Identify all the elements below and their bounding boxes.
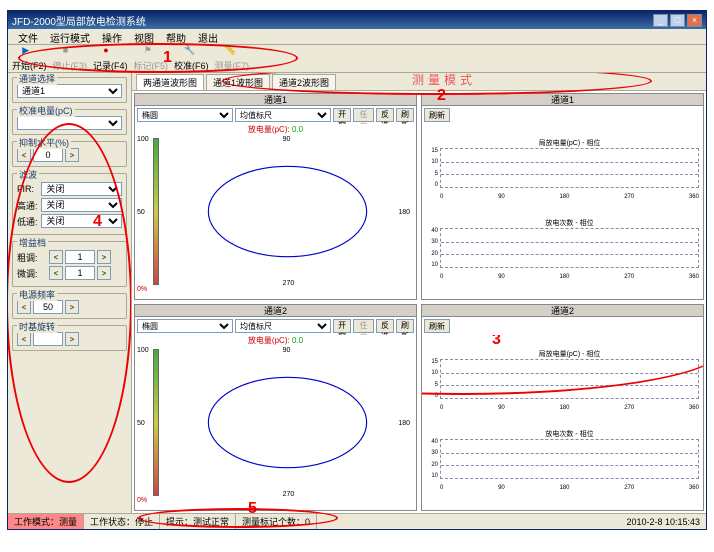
window-title: JFD-2000型局部放电检测系统: [12, 13, 651, 28]
calib-charge-select[interactable]: [17, 116, 122, 130]
coarse-inc[interactable]: >: [97, 250, 111, 264]
wrench-icon: 🔧: [184, 45, 198, 59]
freq-group: 电源频率 <>: [12, 293, 127, 319]
statusbar: 工作模式：测量 工作状态：停止 提示：测试正常 测量标记个数：0 2010-2-…: [8, 513, 706, 529]
suppress-dec[interactable]: <: [17, 148, 31, 162]
suppress-input[interactable]: [33, 148, 63, 162]
annotation-3: 3: [492, 335, 501, 349]
flag-icon: ⚑: [144, 45, 158, 59]
close-button[interactable]: ×: [687, 14, 702, 27]
refresh-ch1r[interactable]: 刷新: [424, 108, 450, 122]
filter-group: 滤波 FIR:关闭 高通:关闭 低通:关闭: [12, 173, 127, 235]
rotate-group: 时基旋转 <>: [12, 325, 127, 351]
tab-both[interactable]: 两通道波形图: [136, 74, 204, 90]
menu-view[interactable]: 视图: [128, 29, 160, 44]
status-time: 2010-2-8 10:15:43: [620, 514, 706, 529]
menu-help[interactable]: 帮助: [160, 29, 192, 44]
maximize-button[interactable]: □: [670, 14, 685, 27]
menu-file[interactable]: 文件: [12, 29, 44, 44]
status-state: 工作状态：停止: [84, 514, 160, 529]
invert-btn-1[interactable]: 反选: [376, 108, 394, 122]
stop-icon: ■: [63, 45, 77, 59]
freq-dec[interactable]: <: [17, 300, 31, 314]
calib-charge-group: 校准电量(pC): [12, 109, 127, 135]
shape-select-2[interactable]: 椭圆: [137, 319, 233, 333]
status-mode: 工作模式：测量: [8, 514, 84, 529]
main-area: 两通道波形图 通道1波形图 通道2波形图 测量模式 2 通道1 椭圆 均值标尺 …: [132, 73, 706, 513]
refresh-btn-1[interactable]: 刷新: [396, 108, 414, 122]
suppress-group: 抑制水平(%) < >: [12, 141, 127, 167]
panel-ch1-phase: 通道1 刷新 局放电量(pC) - 相位 151050 090180270360…: [421, 93, 704, 300]
ruler-icon: 📏: [225, 45, 239, 59]
ruler-select-2[interactable]: 均值标尺: [235, 319, 331, 333]
anyopen-btn-2[interactable]: 任意开窗: [353, 319, 374, 333]
lp-select[interactable]: 关闭: [41, 214, 122, 228]
panels: 通道1 椭圆 均值标尺 开窗 任意开窗 反选 刷新 放电量(pC): 0.0 1…: [132, 91, 706, 513]
gain-group: 增益档 粗调:<> 微调:<>: [12, 241, 127, 287]
tab-ch2[interactable]: 通道2波形图: [272, 74, 336, 90]
open-btn-1[interactable]: 开窗: [333, 108, 351, 122]
titlebar: JFD-2000型局部放电检测系统 _ □ ×: [8, 11, 706, 29]
content: 通道选择 通道1 校准电量(pC) 抑制水平(%) < > 滤波 FIR:关闭 …: [8, 73, 706, 513]
minimize-button[interactable]: _: [653, 14, 668, 27]
start-button[interactable]: ▶开始(F2): [12, 45, 47, 72]
freq-inc[interactable]: >: [65, 300, 79, 314]
sidebar: 通道选择 通道1 校准电量(pC) 抑制水平(%) < > 滤波 FIR:关闭 …: [8, 73, 132, 513]
anyopen-btn-1[interactable]: 任意开窗: [353, 108, 374, 122]
menu-runmode[interactable]: 运行模式: [44, 29, 96, 44]
rotate-inc[interactable]: >: [65, 332, 79, 346]
mark-button[interactable]: ⚑标记(F5): [134, 45, 169, 72]
refresh-ch2r[interactable]: 刷新: [424, 319, 450, 333]
rotate-dec[interactable]: <: [17, 332, 31, 346]
menu-operate[interactable]: 操作: [96, 29, 128, 44]
freq-input[interactable]: [33, 300, 63, 314]
fine-inc[interactable]: >: [97, 266, 111, 280]
panel-ch1-ellipse: 通道1 椭圆 均值标尺 开窗 任意开窗 反选 刷新 放电量(pC): 0.0 1…: [134, 93, 417, 300]
ruler-select-1[interactable]: 均值标尺: [235, 108, 331, 122]
channel-select[interactable]: 通道1: [17, 84, 122, 98]
play-icon: ▶: [22, 45, 36, 59]
shape-select-1[interactable]: 椭圆: [137, 108, 233, 122]
status-hint: 提示：测试正常: [160, 514, 236, 529]
tab-ch1[interactable]: 通道1波形图: [206, 74, 270, 90]
app-window: JFD-2000型局部放电检测系统 _ □ × 文件 运行模式 操作 视图 帮助…: [7, 10, 707, 530]
channel-select-group: 通道选择 通道1: [12, 77, 127, 103]
refresh-btn-2[interactable]: 刷新: [396, 319, 414, 333]
mode-banner: 测量模式: [412, 73, 476, 88]
rotate-input[interactable]: [33, 332, 63, 346]
panel-ch2-phase: 通道2 刷新 局放电量(pC) - 相位 151050 090180270360…: [421, 304, 704, 511]
hp-select[interactable]: 关闭: [41, 198, 122, 212]
open-btn-2[interactable]: 开窗: [333, 319, 351, 333]
menubar: 文件 运行模式 操作 视图 帮助 退出: [8, 29, 706, 45]
measure-button[interactable]: 📏测量(F7): [215, 45, 250, 72]
menu-exit[interactable]: 退出: [192, 29, 224, 44]
invert-btn-2[interactable]: 反选: [376, 319, 394, 333]
record-icon: ●: [103, 45, 117, 59]
status-count: 测量标记个数：0: [236, 514, 317, 529]
stop-button[interactable]: ■停止(F3): [53, 45, 88, 72]
coarse-input[interactable]: [65, 250, 95, 264]
fir-select[interactable]: 关闭: [41, 182, 122, 196]
panel-ch2-ellipse: 通道2 椭圆 均值标尺 开窗 任意开窗 反选 刷新 放电量(pC): 0.0 1…: [134, 304, 417, 511]
calib-button[interactable]: 🔧校准(F6): [174, 45, 209, 72]
record-button[interactable]: ●记录(F4): [93, 45, 128, 72]
coarse-dec[interactable]: <: [49, 250, 63, 264]
toolbar: ▶开始(F2) ■停止(F3) ●记录(F4) ⚑标记(F5) 🔧校准(F6) …: [8, 45, 706, 73]
suppress-inc[interactable]: >: [65, 148, 79, 162]
fine-dec[interactable]: <: [49, 266, 63, 280]
tabs: 两通道波形图 通道1波形图 通道2波形图 测量模式 2: [132, 73, 706, 91]
fine-input[interactable]: [65, 266, 95, 280]
